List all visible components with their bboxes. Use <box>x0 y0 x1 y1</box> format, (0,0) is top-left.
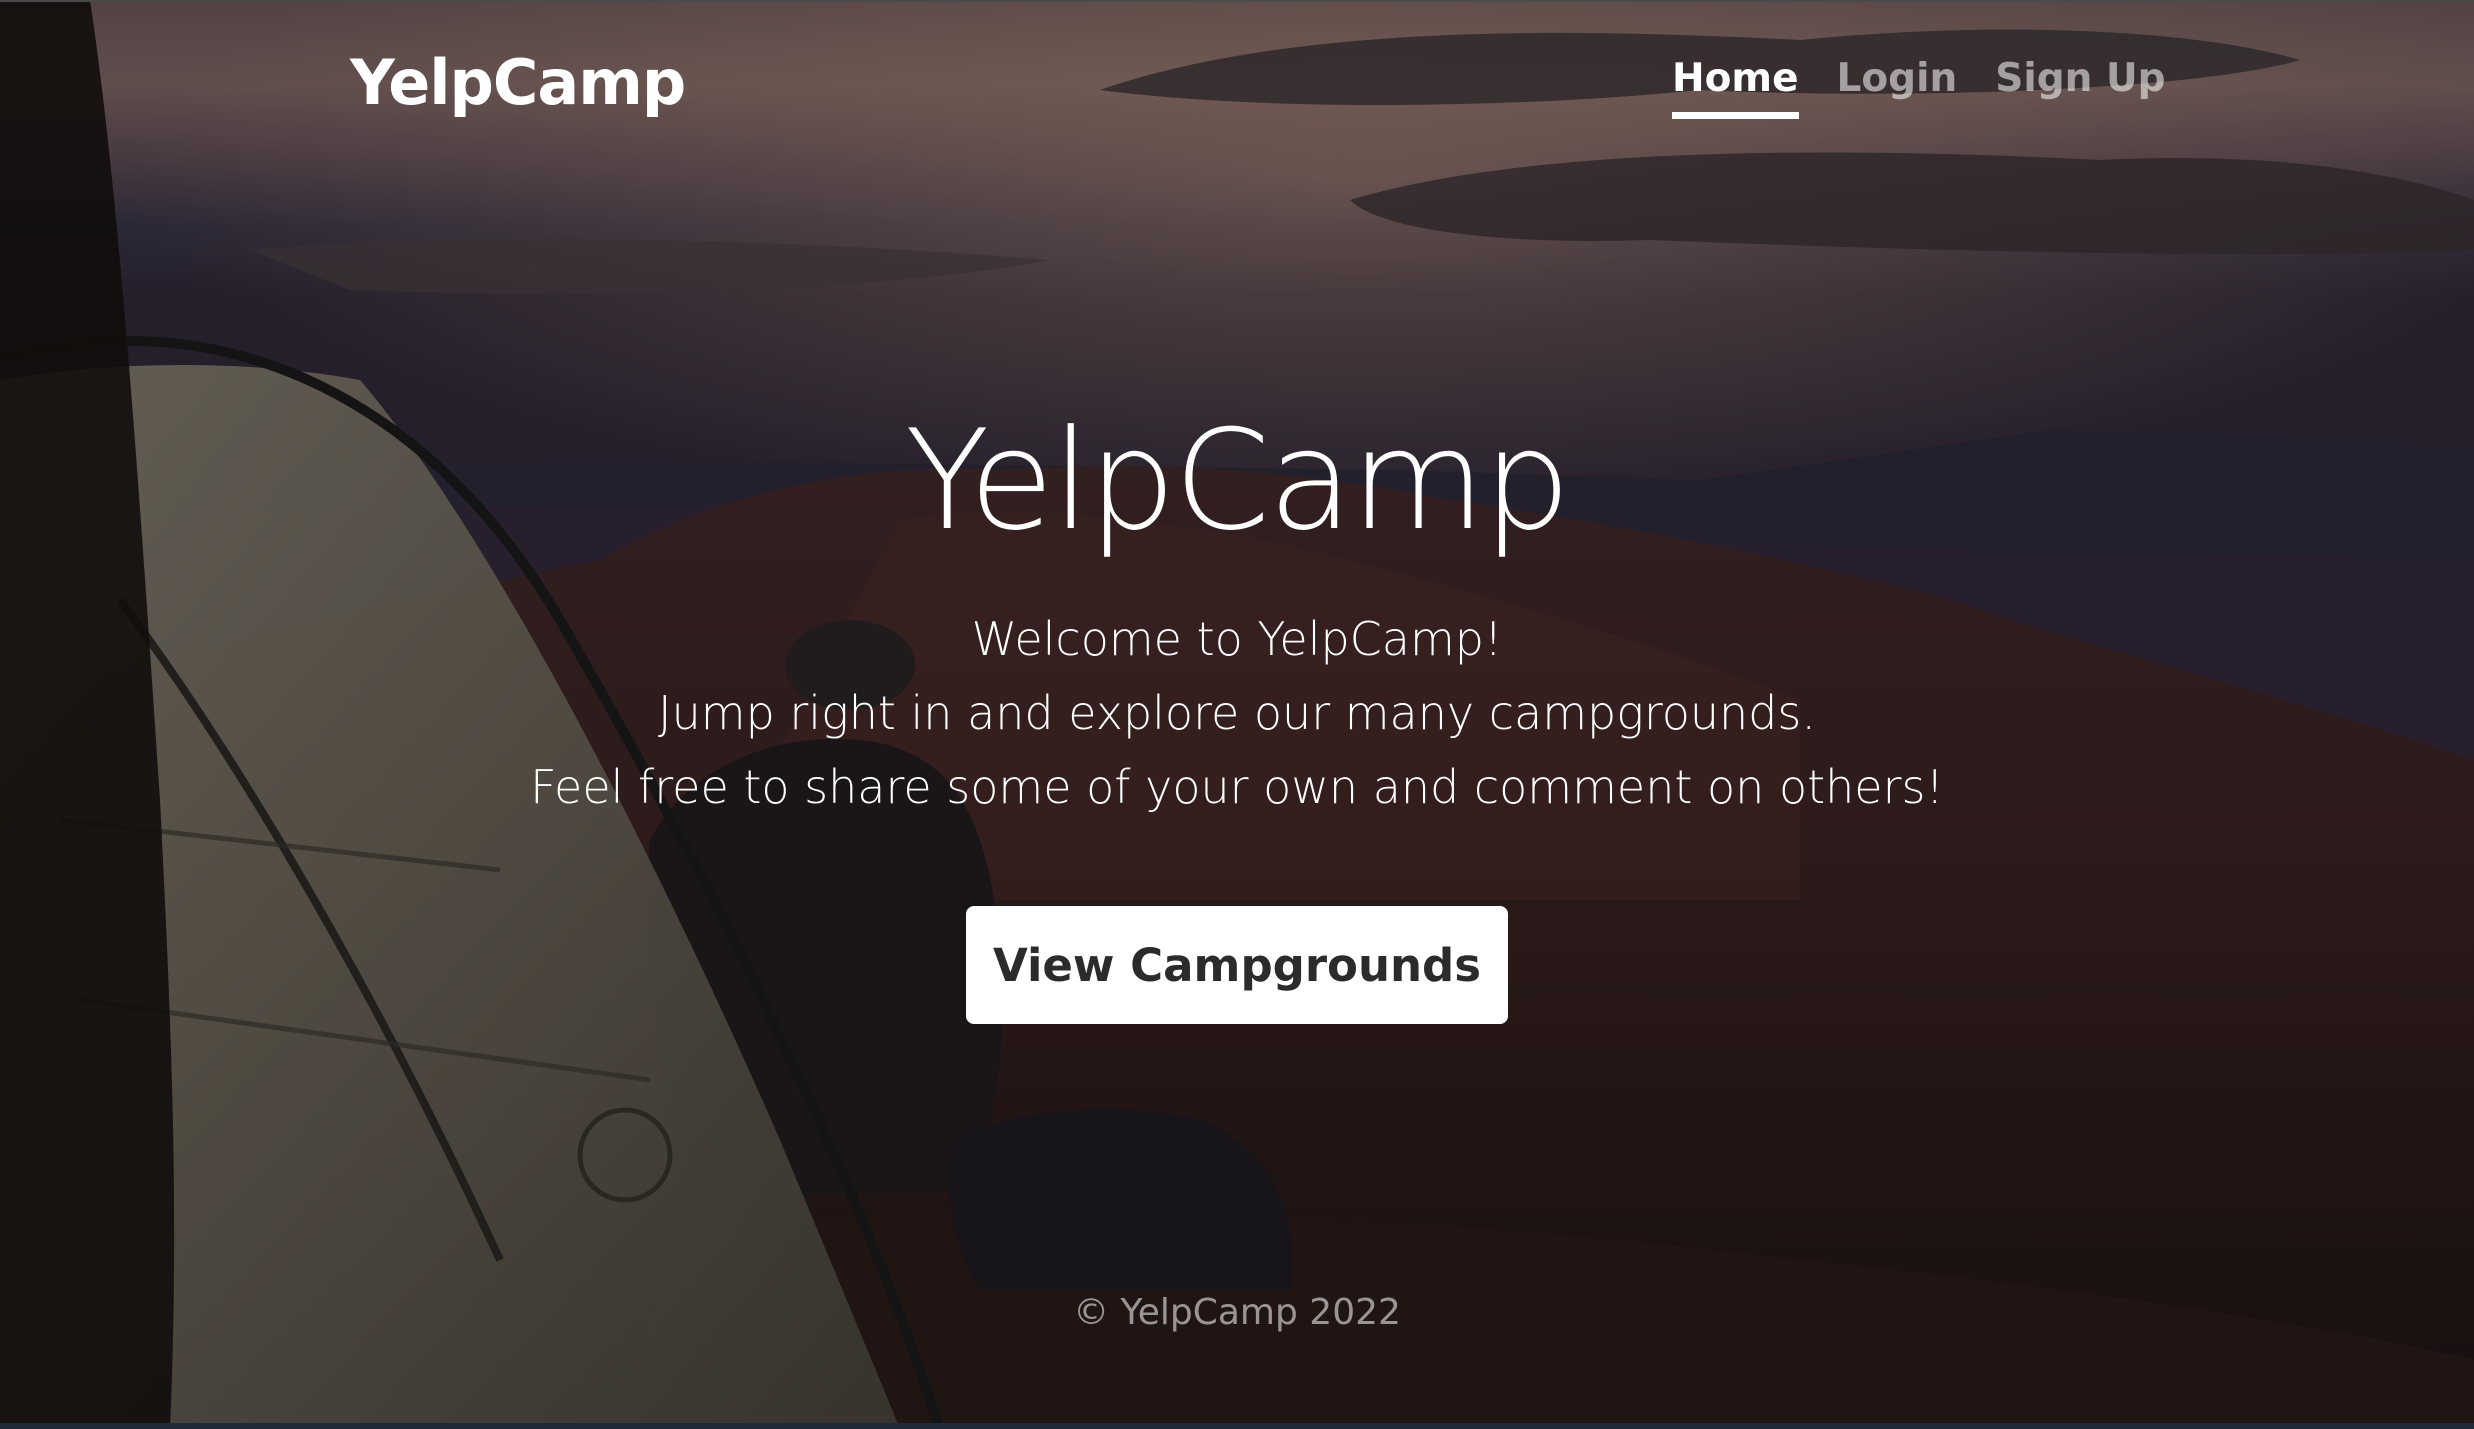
hero-lead-line-3: Feel free to share some of your own and … <box>530 760 1944 814</box>
bottom-border <box>0 1423 2474 1429</box>
hero-section: YelpCamp Home Login Sign Up YelpCamp Wel… <box>0 0 2474 1429</box>
hero-lead-line-2: Jump right in and explore our many campg… <box>658 686 1816 740</box>
hero-title: YelpCamp <box>905 400 1571 561</box>
footer-copyright: © YelpCamp 2022 <box>1073 1292 1401 1333</box>
top-border <box>0 0 2474 2</box>
main-nav: Home Login Sign Up <box>1672 56 2166 119</box>
hero-lead-line-1: Welcome to YelpCamp! <box>971 612 1503 666</box>
navbar-brand[interactable]: YelpCamp <box>350 46 686 119</box>
nav-link-home[interactable]: Home <box>1672 56 1799 119</box>
view-campgrounds-button[interactable]: View Campgrounds <box>966 906 1508 1024</box>
nav-link-signup[interactable]: Sign Up <box>1995 56 2165 119</box>
nav-link-login[interactable]: Login <box>1837 56 1958 119</box>
